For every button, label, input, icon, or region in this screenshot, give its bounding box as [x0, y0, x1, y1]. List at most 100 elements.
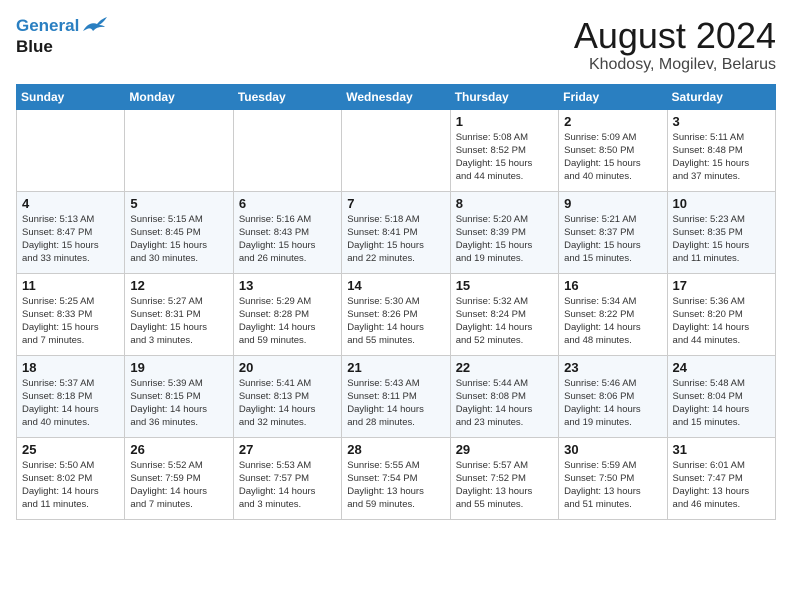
day-number: 23 [564, 360, 661, 375]
calendar-day-cell: 28 Sunrise: 5:55 AMSunset: 7:54 PMDayligh… [342, 437, 450, 519]
day-info: Sunrise: 5:25 AMSunset: 8:33 PMDaylight:… [22, 295, 119, 348]
day-info: Sunrise: 5:55 AMSunset: 7:54 PMDaylight:… [347, 459, 444, 512]
day-number: 22 [456, 360, 553, 375]
day-number: 29 [456, 442, 553, 457]
day-info: Sunrise: 5:18 AMSunset: 8:41 PMDaylight:… [347, 213, 444, 266]
day-info: Sunrise: 5:16 AMSunset: 8:43 PMDaylight:… [239, 213, 336, 266]
day-info: Sunrise: 5:48 AMSunset: 8:04 PMDaylight:… [673, 377, 770, 430]
calendar-day-cell: 31Sunrise: 6:01 AMSunset: 7:47 PMDayligh… [667, 437, 775, 519]
calendar-day-cell: 4Sunrise: 5:13 AMSunset: 8:47 PMDaylight… [17, 191, 125, 273]
day-info: Sunrise: 5:52 AMSunset: 7:59 PMDaylight:… [130, 459, 227, 512]
weekday-header-thursday: Thursday [450, 84, 558, 109]
day-info: Sunrise: 5:11 AMSunset: 8:48 PMDaylight:… [673, 131, 770, 184]
weekday-header-sunday: Sunday [17, 84, 125, 109]
day-number: 28 [347, 442, 444, 457]
calendar-day-cell: 14 Sunrise: 5:30 AMSunset: 8:26 PMDayligh… [342, 273, 450, 355]
day-info: Sunrise: 5:21 AMSunset: 8:37 PMDaylight:… [564, 213, 661, 266]
day-number: 15 [456, 278, 553, 293]
calendar-week-row: 11 Sunrise: 5:25 AMSunset: 8:33 PMDayligh… [17, 273, 776, 355]
day-number: 19 [130, 360, 227, 375]
calendar-day-cell: 3 Sunrise: 5:11 AMSunset: 8:48 PMDaylight… [667, 109, 775, 191]
calendar-day-cell [17, 109, 125, 191]
day-number: 6 [239, 196, 336, 211]
calendar-day-cell: 7 Sunrise: 5:18 AMSunset: 8:41 PMDaylight… [342, 191, 450, 273]
day-number: 9 [564, 196, 661, 211]
calendar-day-cell: 24 Sunrise: 5:48 AMSunset: 8:04 PMDayligh… [667, 355, 775, 437]
calendar-day-cell: 10 Sunrise: 5:23 AMSunset: 8:35 PMDayligh… [667, 191, 775, 273]
logo-blue: Blue [16, 37, 107, 57]
day-number: 18 [22, 360, 119, 375]
day-number: 20 [239, 360, 336, 375]
calendar-day-cell [342, 109, 450, 191]
day-info: Sunrise: 5:23 AMSunset: 8:35 PMDaylight:… [673, 213, 770, 266]
day-number: 3 [673, 114, 770, 129]
day-info: Sunrise: 5:32 AMSunset: 8:24 PMDaylight:… [456, 295, 553, 348]
day-info: Sunrise: 5:09 AMSunset: 8:50 PMDaylight:… [564, 131, 661, 184]
day-info: Sunrise: 5:20 AMSunset: 8:39 PMDaylight:… [456, 213, 553, 266]
day-info: Sunrise: 5:37 AMSunset: 8:18 PMDaylight:… [22, 377, 119, 430]
page-header: General Blue August 2024 Khodosy, Mogile… [16, 16, 776, 74]
day-number: 11 [22, 278, 119, 293]
title-block: August 2024 Khodosy, Mogilev, Belarus [574, 16, 776, 74]
calendar-day-cell: 16Sunrise: 5:34 AMSunset: 8:22 PMDayligh… [559, 273, 667, 355]
day-number: 24 [673, 360, 770, 375]
calendar-week-row: 25Sunrise: 5:50 AMSunset: 8:02 PMDayligh… [17, 437, 776, 519]
weekday-header-saturday: Saturday [667, 84, 775, 109]
day-number: 7 [347, 196, 444, 211]
calendar-day-cell: 18 Sunrise: 5:37 AMSunset: 8:18 PMDayligh… [17, 355, 125, 437]
day-info: Sunrise: 5:08 AMSunset: 8:52 PMDaylight:… [456, 131, 553, 184]
day-info: Sunrise: 5:53 AMSunset: 7:57 PMDaylight:… [239, 459, 336, 512]
day-number: 27 [239, 442, 336, 457]
calendar-day-cell: 13 Sunrise: 5:29 AMSunset: 8:28 PMDayligh… [233, 273, 341, 355]
calendar-day-cell: 29 Sunrise: 5:57 AMSunset: 7:52 PMDayligh… [450, 437, 558, 519]
day-number: 5 [130, 196, 227, 211]
logo-bird-icon [81, 17, 107, 37]
day-info: Sunrise: 5:13 AMSunset: 8:47 PMDaylight:… [22, 213, 119, 266]
day-number: 1 [456, 114, 553, 129]
calendar-day-cell: 25Sunrise: 5:50 AMSunset: 8:02 PMDayligh… [17, 437, 125, 519]
calendar-day-cell: 9 Sunrise: 5:21 AMSunset: 8:37 PMDaylight… [559, 191, 667, 273]
weekday-header-monday: Monday [125, 84, 233, 109]
calendar-day-cell: 17Sunrise: 5:36 AMSunset: 8:20 PMDayligh… [667, 273, 775, 355]
calendar-day-cell: 5 Sunrise: 5:15 AMSunset: 8:45 PMDaylight… [125, 191, 233, 273]
day-info: Sunrise: 5:41 AMSunset: 8:13 PMDaylight:… [239, 377, 336, 430]
weekday-header-wednesday: Wednesday [342, 84, 450, 109]
day-info: Sunrise: 5:39 AMSunset: 8:15 PMDaylight:… [130, 377, 227, 430]
calendar-day-cell: 8Sunrise: 5:20 AMSunset: 8:39 PMDaylight… [450, 191, 558, 273]
weekday-header-tuesday: Tuesday [233, 84, 341, 109]
day-number: 26 [130, 442, 227, 457]
calendar-day-cell: 2 Sunrise: 5:09 AMSunset: 8:50 PMDaylight… [559, 109, 667, 191]
logo-text: General [16, 16, 107, 37]
calendar-day-cell: 21Sunrise: 5:43 AMSunset: 8:11 PMDayligh… [342, 355, 450, 437]
calendar-week-row: 4Sunrise: 5:13 AMSunset: 8:47 PMDaylight… [17, 191, 776, 273]
calendar-week-row: 18 Sunrise: 5:37 AMSunset: 8:18 PMDayligh… [17, 355, 776, 437]
logo: General Blue [16, 16, 107, 56]
calendar-subtitle: Khodosy, Mogilev, Belarus [574, 56, 776, 74]
logo-general: General [16, 16, 79, 35]
day-number: 2 [564, 114, 661, 129]
day-number: 13 [239, 278, 336, 293]
day-info: Sunrise: 5:29 AMSunset: 8:28 PMDaylight:… [239, 295, 336, 348]
calendar-day-cell: 30 Sunrise: 5:59 AMSunset: 7:50 PMDayligh… [559, 437, 667, 519]
day-info: Sunrise: 5:46 AMSunset: 8:06 PMDaylight:… [564, 377, 661, 430]
calendar-day-cell: 27 Sunrise: 5:53 AMSunset: 7:57 PMDayligh… [233, 437, 341, 519]
day-info: Sunrise: 5:59 AMSunset: 7:50 PMDaylight:… [564, 459, 661, 512]
calendar-header-row: SundayMondayTuesdayWednesdayThursdayFrid… [17, 84, 776, 109]
calendar-day-cell: 6 Sunrise: 5:16 AMSunset: 8:43 PMDaylight… [233, 191, 341, 273]
day-info: Sunrise: 5:30 AMSunset: 8:26 PMDaylight:… [347, 295, 444, 348]
calendar-day-cell [125, 109, 233, 191]
calendar-day-cell: 1 Sunrise: 5:08 AMSunset: 8:52 PMDaylight… [450, 109, 558, 191]
calendar-day-cell: 12Sunrise: 5:27 AMSunset: 8:31 PMDayligh… [125, 273, 233, 355]
day-number: 14 [347, 278, 444, 293]
calendar-day-cell: 22Sunrise: 5:44 AMSunset: 8:08 PMDayligh… [450, 355, 558, 437]
day-info: Sunrise: 5:15 AMSunset: 8:45 PMDaylight:… [130, 213, 227, 266]
day-info: Sunrise: 5:57 AMSunset: 7:52 PMDaylight:… [456, 459, 553, 512]
day-number: 12 [130, 278, 227, 293]
day-info: Sunrise: 5:50 AMSunset: 8:02 PMDaylight:… [22, 459, 119, 512]
day-number: 16 [564, 278, 661, 293]
day-number: 10 [673, 196, 770, 211]
day-number: 30 [564, 442, 661, 457]
calendar-table: SundayMondayTuesdayWednesdayThursdayFrid… [16, 84, 776, 520]
calendar-day-cell: 11 Sunrise: 5:25 AMSunset: 8:33 PMDayligh… [17, 273, 125, 355]
day-number: 31 [673, 442, 770, 457]
